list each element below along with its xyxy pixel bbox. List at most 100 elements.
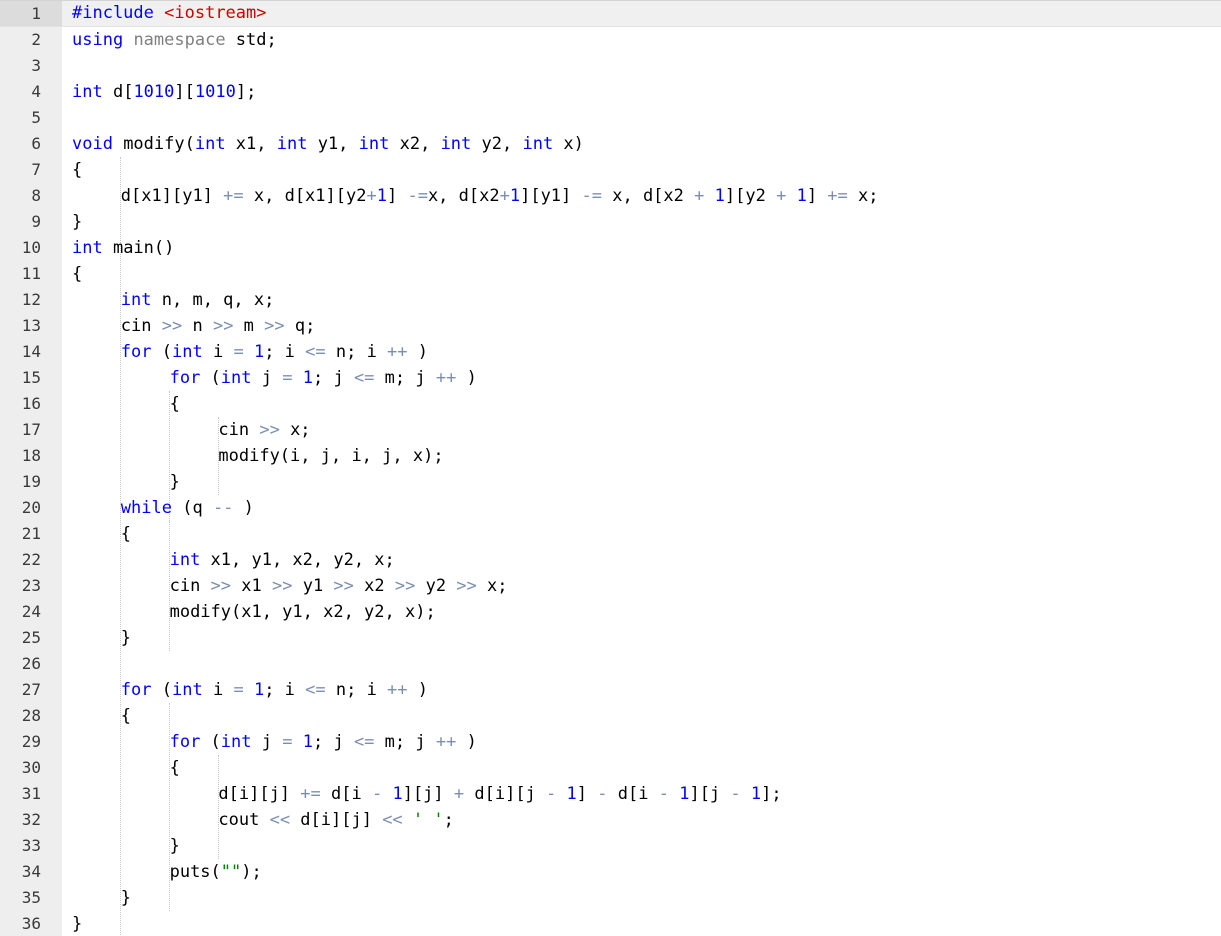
line-number: 6	[31, 134, 41, 153]
token-pl: ]	[386, 186, 408, 206]
code-line[interactable]: 5	[0, 105, 1221, 131]
line-number: 18	[21, 446, 41, 465]
code-line[interactable]: 33}	[0, 833, 1221, 859]
line-number: 31	[21, 784, 41, 803]
token-pl: m; j	[374, 732, 436, 752]
token-ns: namespace	[133, 30, 226, 50]
code-line[interactable]: 7{	[0, 157, 1221, 183]
line-number: 5	[31, 108, 41, 127]
code-line[interactable]: 13 cin >> n >> m >> q;	[0, 313, 1221, 339]
token-op: >>	[259, 420, 280, 440]
token-pl: );	[241, 862, 262, 882]
line-number: 11	[21, 264, 41, 283]
token-pl: )	[407, 680, 429, 700]
code-line[interactable]: 21 {	[0, 521, 1221, 547]
token-num: 1	[253, 680, 265, 700]
token-pl: ][y1]	[520, 186, 582, 206]
code-line[interactable]: 25}	[0, 625, 1221, 651]
code-line[interactable]: 34 puts("");	[0, 859, 1221, 885]
code-line[interactable]: 16 {	[0, 391, 1221, 417]
line-number: 1	[0, 1, 62, 26]
token-kw: for	[120, 680, 152, 700]
token-num: 1010	[194, 82, 236, 102]
code-editor[interactable]: 1 #include <iostream> 2 using namespace std…	[0, 0, 1221, 936]
code-line[interactable]: 35}	[0, 885, 1221, 911]
code-line[interactable]: 12 int n, m, q, x;	[0, 287, 1221, 313]
line-number: 35	[21, 888, 41, 907]
token-num: 1	[392, 784, 403, 804]
code-text: void modify(int x1, int y1, int x2, int …	[72, 131, 584, 157]
token-pl: x1	[231, 576, 272, 596]
token-pl: x2,	[389, 134, 441, 154]
token-pl: m; j	[374, 368, 436, 388]
code-line[interactable]: 30 {	[0, 755, 1221, 781]
code-line[interactable]: 23 cin >> x1 >> y1 >> x2 >> y2 >> x;	[0, 573, 1221, 599]
token-kw: for	[120, 342, 152, 362]
token-kw: int	[440, 134, 472, 154]
token-pl: {	[169, 394, 180, 414]
code-text: for (int i = 1; i <= n; i ++ )	[121, 339, 428, 365]
token-kw: int	[220, 732, 252, 752]
token-pl: }	[120, 888, 132, 908]
token-pl: x;	[847, 186, 879, 206]
token-pl: ;	[443, 810, 454, 830]
code-line[interactable]: 27 for (int i = 1; i <= n; i ++ )	[0, 677, 1221, 703]
code-line[interactable]: 4 int d[1010][1010];	[0, 79, 1221, 105]
token-pl: ; j	[312, 368, 354, 388]
code-line[interactable]: 14 for (int i = 1; i <= n; i ++ )	[0, 339, 1221, 365]
code-line[interactable]: 2 using namespace std;	[0, 27, 1221, 53]
code-line[interactable]: 32 cout << d[i][j] << ' ';	[0, 807, 1221, 833]
line-number: 8	[31, 186, 41, 205]
token-kw: while	[120, 498, 172, 518]
token-num: 1	[509, 186, 521, 206]
token-pl: }	[72, 212, 83, 232]
code-line[interactable]: 19}	[0, 469, 1221, 495]
code-line[interactable]: 26	[0, 651, 1221, 677]
code-line[interactable]: 18 modify(i, j, i, j, x);	[0, 443, 1221, 469]
token-pl: n, m, q, x;	[151, 290, 275, 310]
code-line[interactable]: 20 while (q -- )	[0, 495, 1221, 521]
code-text: }	[72, 209, 82, 235]
token-pl: j	[251, 732, 283, 752]
line-number: 4	[31, 82, 41, 101]
code-text: using namespace std;	[72, 27, 277, 53]
code-line[interactable]: 10 int main()	[0, 235, 1221, 261]
token-op: -	[597, 784, 608, 804]
line-number: 32	[21, 810, 41, 829]
code-line[interactable]: 6 void modify(int x1, int y1, int x2, int…	[0, 131, 1221, 157]
token-pl: n; i	[325, 342, 388, 362]
code-line[interactable]: 17 cin >> x;	[0, 417, 1221, 443]
token-kw: int	[220, 368, 252, 388]
code-text: modify(i, j, i, j, x);	[218, 443, 443, 469]
token-pl: ][j	[689, 784, 731, 804]
code-line[interactable]: 11 {	[0, 261, 1221, 287]
line-number: 23	[21, 576, 41, 595]
token-kw: int	[172, 342, 203, 362]
code-line[interactable]: 28 {	[0, 703, 1221, 729]
line-number: 21	[21, 524, 41, 543]
code-text: }	[121, 885, 131, 911]
token-pl: x, d[x2	[602, 186, 695, 206]
token-pl: ; i	[264, 342, 306, 362]
code-line[interactable]: 36}	[0, 911, 1221, 936]
code-line[interactable]: 1 #include <iostream>	[0, 1, 1221, 27]
code-text: {	[72, 157, 82, 183]
code-line[interactable]: 15 for (int j = 1; j <= m; j ++ )	[0, 365, 1221, 391]
token-pl: d[i][j]	[218, 784, 301, 804]
code-line[interactable]: 3	[0, 53, 1221, 79]
code-line[interactable]: 31 d[i][j] += d[i - 1][j] + d[i][j - 1] -…	[0, 781, 1221, 807]
code-line[interactable]: 9}	[0, 209, 1221, 235]
token-num: 1	[376, 186, 387, 206]
code-line[interactable]: 22 int x1, y1, x2, y2, x;	[0, 547, 1221, 573]
token-pl: cin	[169, 576, 211, 596]
code-line[interactable]: 24 modify(x1, y1, x2, y2, x);	[0, 599, 1221, 625]
code-line[interactable]: 8 d[x1][y1] += x, d[x1][y2+1] -=x, d[x2+1…	[0, 183, 1221, 209]
code-line[interactable]: 29 for (int j = 1; j <= m; j ++ )	[0, 729, 1221, 755]
token-pl: n	[182, 316, 213, 336]
code-text: }	[121, 625, 131, 651]
code-text: int n, m, q, x;	[121, 287, 275, 313]
code-lines-container[interactable]: 1 #include <iostream> 2 using namespace std…	[0, 1, 1221, 936]
